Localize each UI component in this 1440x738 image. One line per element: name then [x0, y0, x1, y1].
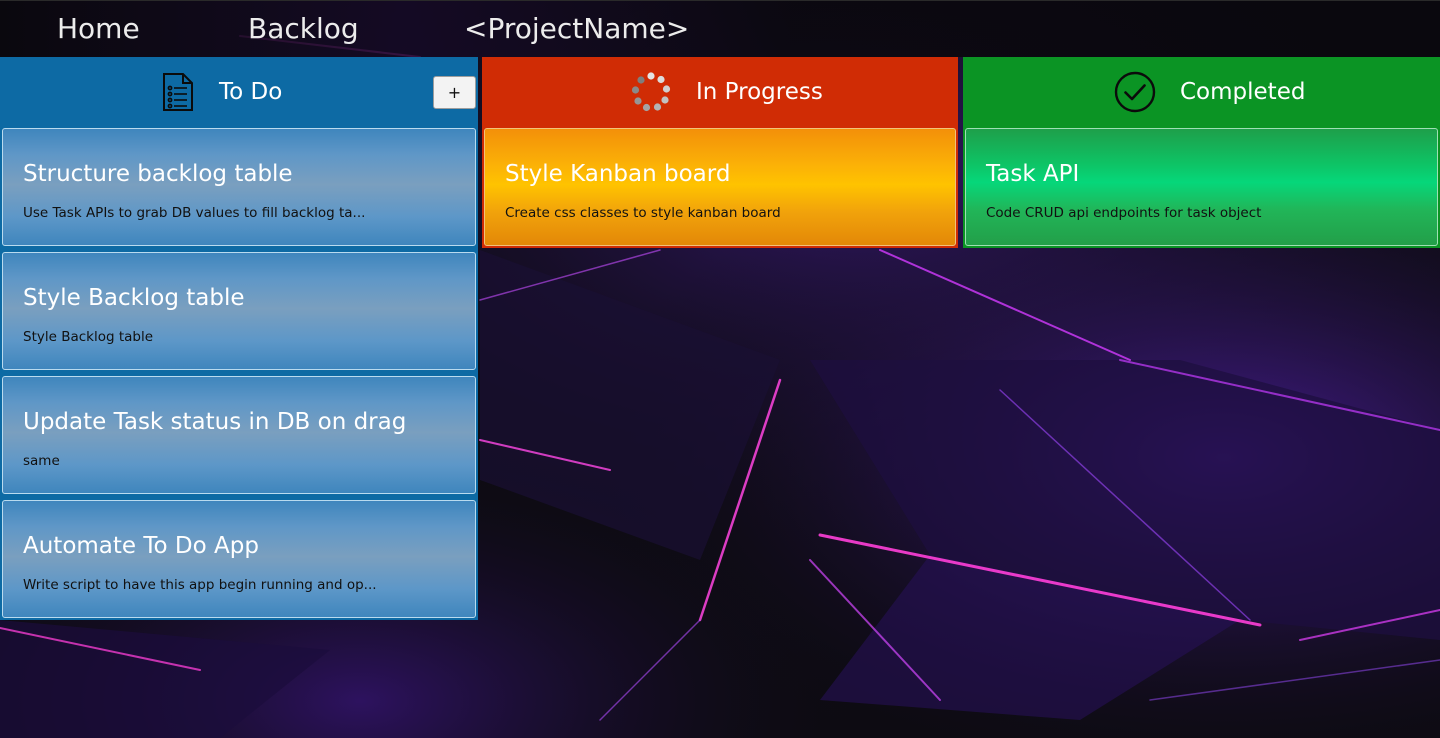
add-task-button[interactable]: +	[433, 76, 476, 109]
task-card[interactable]: Structure backlog table Use Task APIs to…	[2, 128, 476, 246]
column-header-completed: Completed	[963, 57, 1440, 127]
task-card-title: Automate To Do App	[23, 533, 259, 559]
task-card[interactable]: Automate To Do App Write script to have …	[2, 500, 476, 618]
task-card-description: Write script to have this app begin runn…	[23, 577, 377, 593]
column-todo: To Do + Structure backlog table Use Task…	[0, 57, 478, 620]
check-circle-icon	[1114, 71, 1156, 119]
task-card[interactable]: Update Task status in DB on drag same	[2, 376, 476, 494]
column-title-in-progress: In Progress	[696, 79, 823, 105]
task-card-description: Code CRUD api endpoints for task object	[986, 205, 1262, 221]
column-completed: Completed Task API Code CRUD api endpoin…	[963, 57, 1440, 248]
nav-link-home[interactable]: Home	[57, 11, 140, 47]
column-header-in-progress: In Progress	[482, 57, 958, 127]
task-card-title: Task API	[986, 161, 1080, 187]
task-card-description: Style Backlog table	[23, 329, 154, 345]
task-card-title: Update Task status in DB on drag	[23, 409, 407, 435]
task-card[interactable]: Task API Code CRUD api endpoints for tas…	[965, 128, 1438, 246]
task-card[interactable]: Style Backlog table Style Backlog table	[2, 252, 476, 370]
task-card-description: same	[23, 453, 60, 469]
column-in-progress: In Progress Style Kanban board Create cs…	[482, 57, 958, 248]
task-card[interactable]: Style Kanban board Create css classes to…	[484, 128, 956, 246]
nav-link-project-name[interactable]: <ProjectName>	[464, 11, 689, 47]
loading-spinner-icon	[630, 71, 672, 119]
checklist-document-icon	[162, 72, 194, 118]
top-navbar: Home Backlog <ProjectName>	[0, 0, 1440, 57]
task-card-description: Create css classes to style kanban board	[505, 205, 781, 221]
column-header-todo: To Do +	[0, 57, 478, 127]
task-card-description: Use Task APIs to grab DB values to fill …	[23, 205, 366, 221]
column-title-todo: To Do	[219, 79, 283, 105]
task-card-title: Style Backlog table	[23, 285, 245, 311]
column-cards-completed: Task API Code CRUD api endpoints for tas…	[963, 127, 1440, 248]
column-cards-in-progress: Style Kanban board Create css classes to…	[482, 127, 958, 248]
task-card-title: Structure backlog table	[23, 161, 293, 187]
column-cards-todo: Structure backlog table Use Task APIs to…	[0, 127, 478, 620]
task-card-title: Style Kanban board	[505, 161, 731, 187]
column-title-completed: Completed	[1180, 79, 1306, 105]
nav-link-backlog[interactable]: Backlog	[248, 11, 359, 47]
